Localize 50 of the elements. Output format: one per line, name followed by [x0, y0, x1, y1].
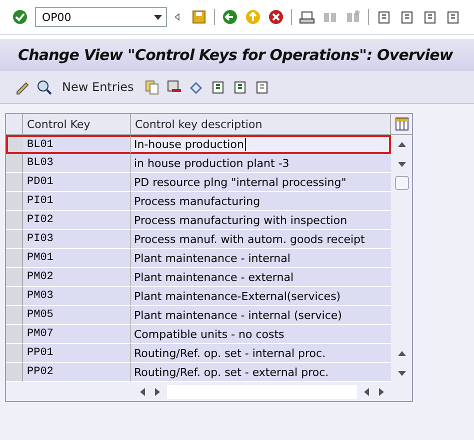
scroll-down-icon[interactable] — [398, 160, 406, 168]
table-cell[interactable]: Plant maintenance-External(services) — [131, 287, 391, 306]
table-cell[interactable]: Plant maintenance - internal (service) — [131, 306, 391, 325]
table-cell: PM02 — [23, 268, 131, 287]
text-cursor — [244, 138, 246, 151]
copy-icon[interactable] — [144, 79, 160, 95]
dropdown-caret-icon[interactable] — [154, 14, 162, 20]
table-cell[interactable]: Compatible units - no costs — [131, 325, 391, 344]
column-settings-icon[interactable] — [394, 116, 410, 132]
scroll-left-icon[interactable] — [363, 388, 371, 396]
table-cell: PM05 — [23, 306, 131, 325]
column-header: Control Key — [23, 114, 131, 135]
table-cell[interactable]: Process manufacturing with inspection — [131, 211, 391, 230]
command-field[interactable]: OP00 — [35, 7, 167, 27]
table-cell[interactable]: Routing/Ref. op. set - internal proc. — [131, 344, 391, 363]
table-cell: PD01 — [23, 173, 131, 192]
table-cell[interactable]: Process manufacturing — [131, 192, 391, 211]
table-cell: PM03 — [23, 287, 131, 306]
scroll-up-icon[interactable] — [398, 350, 406, 358]
table-cell[interactable]: Plant maintenance - external — [131, 268, 391, 287]
table-cell: PI01 — [23, 192, 131, 211]
save-icon[interactable] — [191, 9, 207, 25]
back-icon[interactable] — [222, 9, 238, 25]
scroll-down-icon[interactable] — [398, 368, 406, 376]
table-cell[interactable]: in house production plant -3 — [131, 154, 391, 173]
screen-title: Change View "Control Keys for Operations": Overview — [0, 39, 474, 71]
scroll-left-icon[interactable] — [139, 388, 147, 396]
table-cell[interactable]: In-house production — [131, 135, 391, 154]
column-header: Control key description — [131, 114, 391, 135]
table-cell: PP02 — [23, 363, 131, 382]
scroll-right-icon[interactable] — [153, 388, 161, 396]
table-cell[interactable]: Routing/Ref. op. set - external proc. — [131, 363, 391, 382]
table-cell: PP01 — [23, 344, 131, 363]
table-cell: PI03 — [23, 230, 131, 249]
scroll-thumb[interactable] — [394, 176, 408, 190]
magnifier-icon[interactable] — [36, 79, 52, 95]
scroll-right-icon[interactable] — [377, 388, 385, 396]
scroll-up-icon[interactable] — [398, 140, 406, 148]
new-entries-button[interactable]: New Entries — [58, 80, 138, 94]
table-cell[interactable]: Process manuf. with autom. goods receipt — [131, 230, 391, 249]
print-icon[interactable] — [299, 9, 315, 25]
delete-row-icon[interactable] — [166, 79, 182, 95]
table-cell: PI02 — [23, 211, 131, 230]
table-cell: BL03 — [23, 154, 131, 173]
table-cell[interactable]: Plant maintenance - internal — [131, 249, 391, 268]
table-cell: PM07 — [23, 325, 131, 344]
cancel-icon[interactable] — [268, 9, 284, 25]
table-cell[interactable]: PD resource plng "internal processing" — [131, 173, 391, 192]
checkmark-icon[interactable] — [12, 9, 28, 25]
table-cell: PM01 — [23, 249, 131, 268]
